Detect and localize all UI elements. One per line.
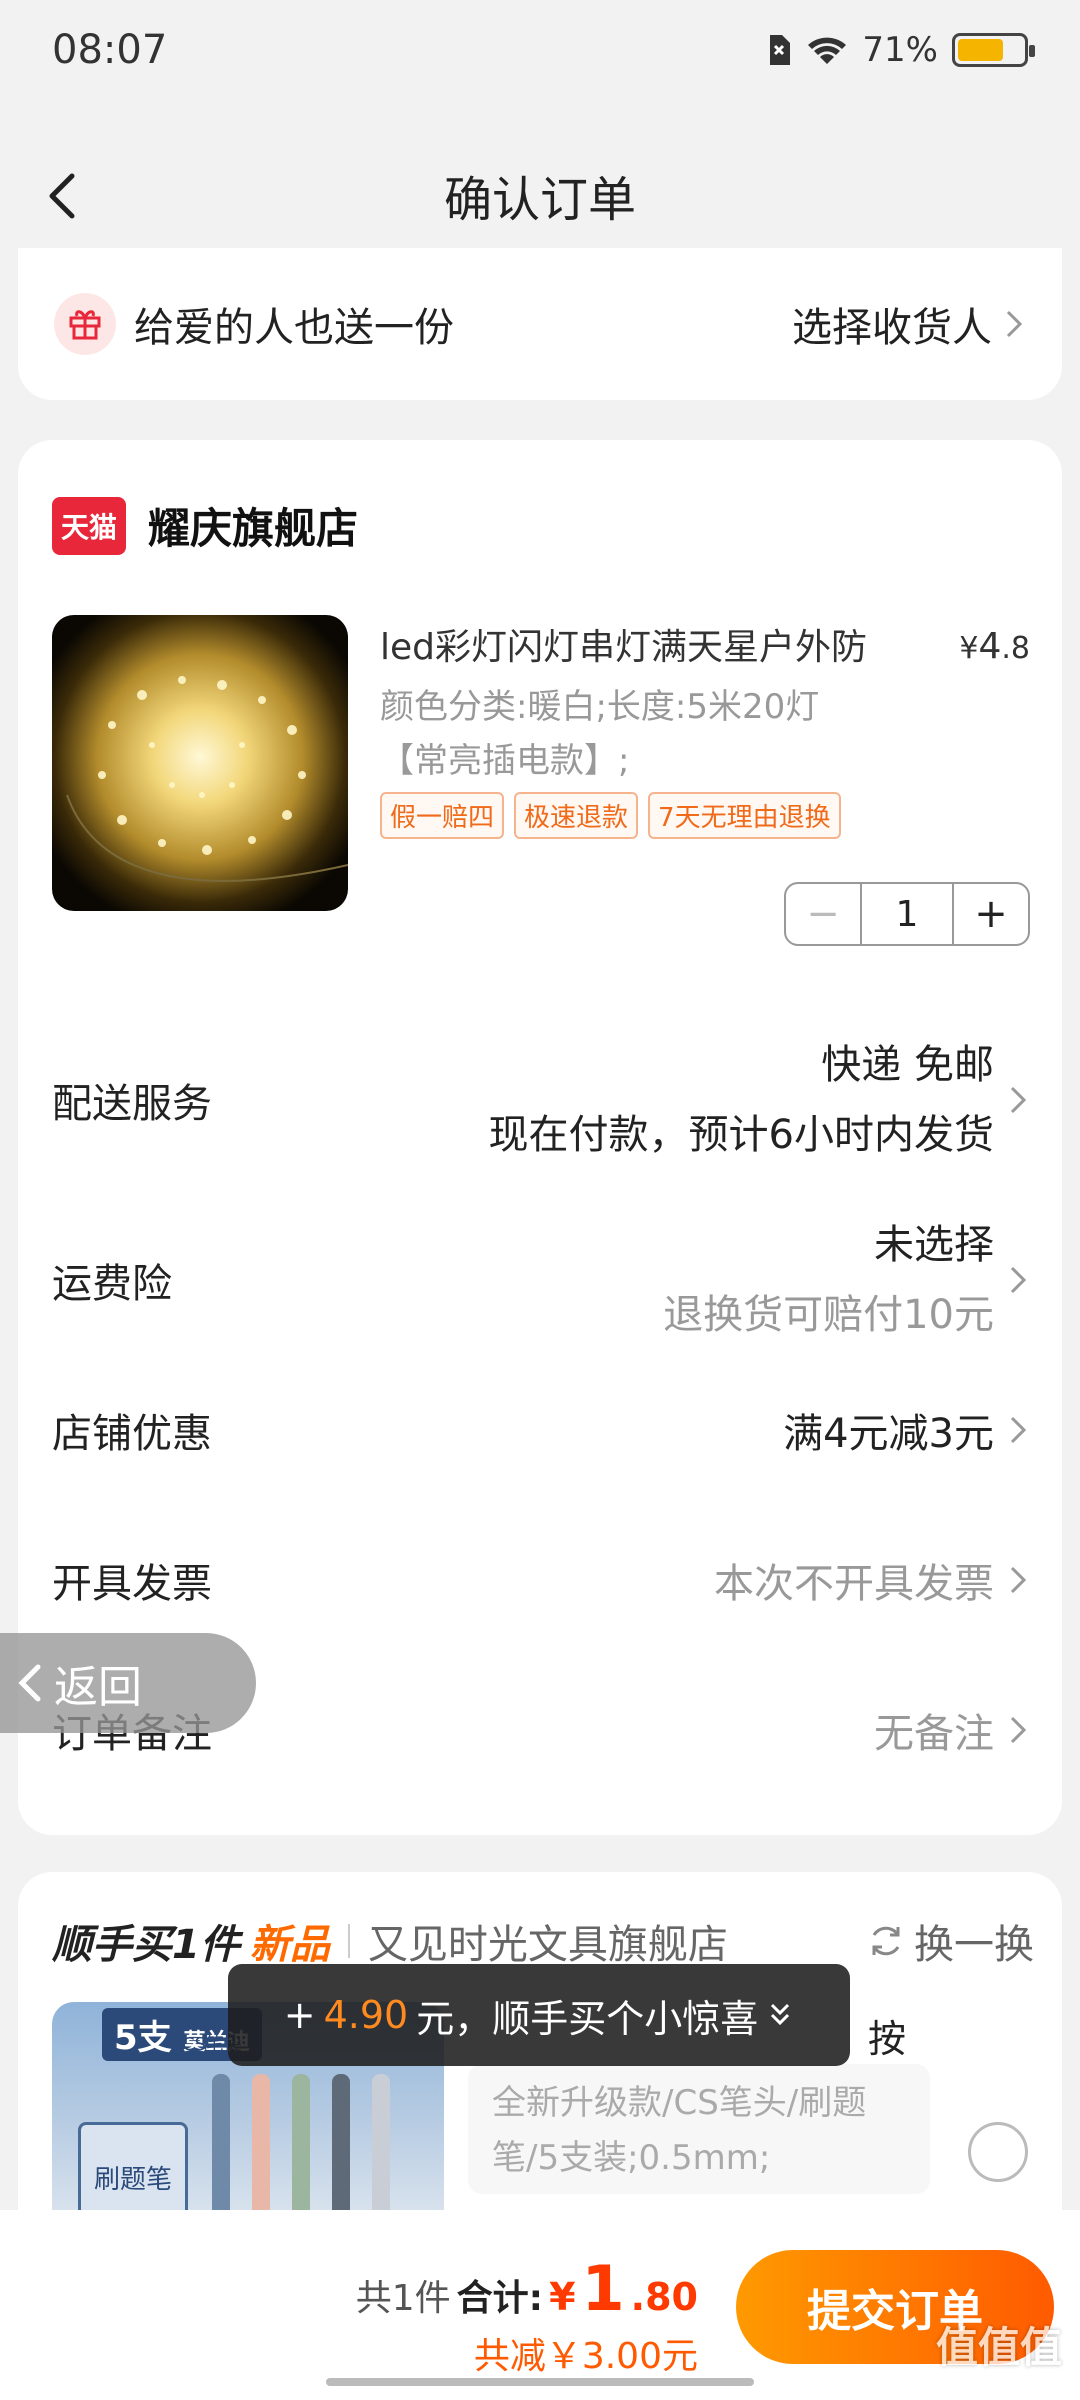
- watermark: 值值值: [935, 2323, 1062, 2372]
- chevron-right-icon: [1010, 1416, 1027, 1444]
- addon-title: 顺手买1件: [52, 1922, 240, 1968]
- bottom-bar: 共1件 合计: ¥ 1 .80 共减￥3.00元 提交订单: [0, 2210, 1080, 2400]
- store-name[interactable]: 耀庆旗舰店: [148, 495, 358, 556]
- addon-header: 顺手买1件 新品 又见时光文具旗舰店: [52, 1912, 728, 1970]
- new-badge: 新品: [249, 1922, 330, 1968]
- total-int: 1: [581, 2252, 625, 2325]
- store-header[interactable]: 天猫 耀庆旗舰店: [52, 495, 358, 556]
- delivery-method: 快递 免邮: [821, 1042, 994, 1088]
- swap-label: 换一换: [914, 1922, 1034, 1968]
- service-tags: 假一赔四 极速退款 7天无理由退换: [380, 792, 841, 839]
- invoice-value: 本次不开具发票: [714, 1561, 994, 1607]
- floating-back-label: 返回: [54, 1662, 142, 1713]
- chevron-right-icon: [1010, 1266, 1027, 1294]
- insurance-label: 运费险: [52, 1261, 172, 1307]
- chevron-right-icon: [1010, 1086, 1027, 1114]
- toast-text: 元，顺手买个小惊喜: [416, 1996, 759, 2041]
- addon-title-tail: 按: [868, 2017, 907, 2061]
- insurance-note: 退换货可赔付10元: [663, 1292, 994, 1338]
- total-label: 合计:: [456, 2278, 544, 2319]
- total-dec: .80: [630, 2275, 698, 2319]
- status-time: 08:07: [52, 27, 168, 73]
- quantity-stepper: − 1 +: [784, 882, 1030, 946]
- page-title: 确认订单: [443, 172, 636, 228]
- double-chevron-down-icon: [771, 2003, 790, 2026]
- choose-recipient[interactable]: 选择收货人: [792, 295, 992, 353]
- product-price: ¥4.8: [959, 626, 1030, 667]
- tmall-logo-icon: 天猫: [52, 496, 126, 555]
- chevron-right-icon: [1006, 310, 1023, 338]
- shipping-insurance-row[interactable]: 运费险 未选择 退换货可赔付10元: [52, 1210, 1030, 1350]
- tag-7day-return: 7天无理由退换: [648, 792, 841, 839]
- total-summary: 共1件 合计: ¥ 1 .80 共减￥3.00元: [356, 2252, 698, 2379]
- order-card: 天猫 耀庆旗舰店 led彩灯闪灯串灯满天星户外防 ¥4.8 颜色分类:暖白;长度…: [18, 440, 1062, 1835]
- delivery-eta: 现在付款，预计6小时内发货: [488, 1112, 994, 1158]
- addon-toast[interactable]: +4.90 元，顺手买个小惊喜: [228, 1964, 850, 2066]
- delivery-label: 配送服务: [52, 1081, 212, 1127]
- quantity-value[interactable]: 1: [860, 884, 954, 944]
- insurance-status: 未选择: [874, 1222, 994, 1268]
- addon-store-name[interactable]: 又见时光文具旗舰店: [368, 1912, 728, 1970]
- invoice-row[interactable]: 开具发票 本次不开具发票: [52, 1540, 1030, 1620]
- watermark-domain: zhizhizhi.com: [940, 2368, 1062, 2389]
- divider: [347, 1924, 350, 1958]
- discount-value: 满4元减3元: [783, 1411, 994, 1457]
- total-currency: ¥: [549, 2275, 576, 2319]
- floating-back-button[interactable]: 返回: [0, 1633, 256, 1733]
- chevron-right-icon: [1010, 1566, 1027, 1594]
- item-count: 共1件: [355, 2278, 451, 2319]
- addon-sku: 全新升级款/CS笔头/刷题笔/5支装;0.5mm;: [468, 2064, 930, 2194]
- wifi-icon: [808, 37, 847, 64]
- product-image[interactable]: [52, 615, 348, 911]
- invoice-label: 开具发票: [52, 1561, 212, 1607]
- toast-prefix: +: [283, 1993, 316, 2037]
- battery-percent: 71%: [862, 30, 938, 70]
- back-arrow-icon[interactable]: [34, 166, 94, 226]
- sim-icon: [770, 35, 791, 65]
- discount-label: 店铺优惠: [52, 1411, 212, 1457]
- gift-row[interactable]: 给爱的人也送一份 选择收货人: [18, 248, 1062, 400]
- status-bar: 08:07 71%: [0, 0, 1080, 100]
- home-indicator[interactable]: [326, 2378, 754, 2386]
- string-lights-image: [66, 676, 348, 882]
- decrease-button[interactable]: −: [786, 884, 860, 944]
- saved-amount: 共减￥3.00元: [473, 2336, 698, 2377]
- store-discount-row[interactable]: 店铺优惠 满4元减3元: [52, 1390, 1030, 1470]
- status-icons: 71%: [766, 30, 1035, 70]
- battery-icon: [952, 33, 1035, 67]
- addon-select-radio[interactable]: [968, 2122, 1028, 2182]
- swap-button[interactable]: 换一换: [866, 1912, 1034, 1970]
- remark-value: 无备注: [874, 1711, 994, 1757]
- nav-bar: 确认订单: [0, 140, 1080, 250]
- tag-fake-compensation: 假一赔四: [380, 792, 505, 839]
- chevron-right-icon: [1010, 1716, 1027, 1744]
- gift-label: 给爱的人也送一份: [134, 305, 454, 351]
- chevron-left-icon: [18, 1664, 41, 1702]
- tag-fast-refund: 极速退款: [514, 792, 639, 839]
- refresh-icon: [872, 1926, 900, 1956]
- increase-button[interactable]: +: [954, 884, 1028, 944]
- product-title[interactable]: led彩灯闪灯串灯满天星户外防: [380, 618, 940, 670]
- product-sku: 颜色分类:暖白;长度:5米20灯 【常亮插电款】;: [380, 687, 820, 781]
- toast-amount: 4.90: [323, 1993, 409, 2037]
- delivery-row[interactable]: 配送服务 快递 免邮 现在付款，预计6小时内发货: [52, 1030, 1030, 1170]
- gift-icon: [54, 293, 116, 355]
